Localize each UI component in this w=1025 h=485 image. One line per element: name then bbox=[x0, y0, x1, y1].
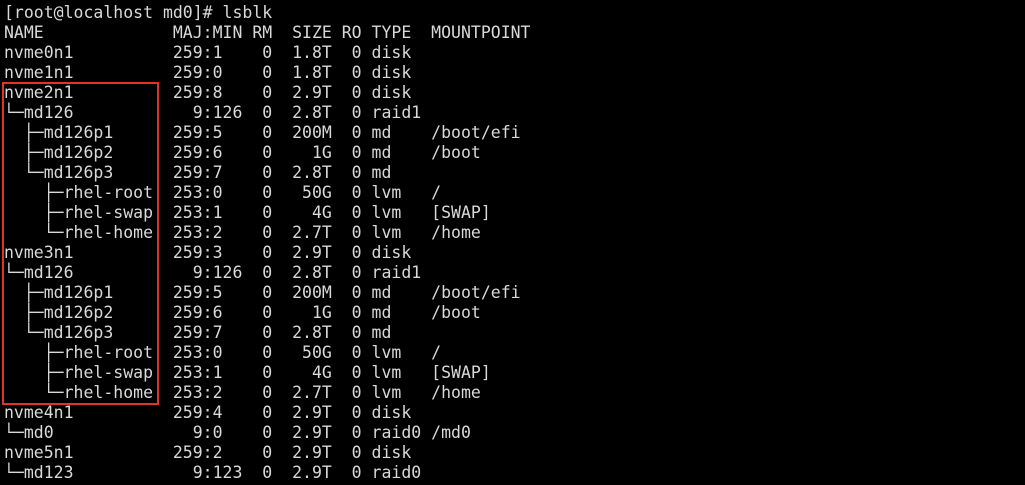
lsblk-row: nvme3n1 259:3 0 2.9T 0 disk bbox=[4, 243, 412, 262]
lsblk-row: └─md123 9:123 0 2.9T 0 raid0 bbox=[4, 463, 422, 482]
lsblk-row: ├─rhel-root 253:0 0 50G 0 lvm / bbox=[4, 183, 442, 202]
lsblk-row: ├─md126p2 259:6 0 1G 0 md /boot bbox=[4, 303, 481, 322]
lsblk-row: ├─md126p1 259:5 0 200M 0 md /boot/efi bbox=[4, 283, 521, 302]
lsblk-row: ├─rhel-swap 253:1 0 4G 0 lvm [SWAP] bbox=[4, 203, 491, 222]
terminal-window[interactable]: [root@localhost md0]# lsblk NAME MAJ:MIN… bbox=[0, 0, 1025, 485]
lsblk-row: └─rhel-home 253:2 0 2.7T 0 lvm /home bbox=[4, 383, 481, 402]
command-prompt-line: [root@localhost md0]# lsblk bbox=[4, 3, 273, 22]
lsblk-row: nvme0n1 259:1 0 1.8T 0 disk bbox=[4, 43, 412, 62]
lsblk-row: └─md126 9:126 0 2.8T 0 raid1 bbox=[4, 263, 422, 282]
lsblk-row: └─md0 9:0 0 2.9T 0 raid0 /md0 bbox=[4, 423, 471, 442]
lsblk-row: nvme4n1 259:4 0 2.9T 0 disk bbox=[4, 403, 412, 422]
lsblk-row: └─md126p3 259:7 0 2.8T 0 md bbox=[4, 163, 392, 182]
lsblk-row: ├─rhel-root 253:0 0 50G 0 lvm / bbox=[4, 343, 442, 362]
lsblk-row: ├─md126p1 259:5 0 200M 0 md /boot/efi bbox=[4, 123, 521, 142]
lsblk-row: nvme2n1 259:8 0 2.9T 0 disk bbox=[4, 83, 412, 102]
lsblk-row: └─rhel-home 253:2 0 2.7T 0 lvm /home bbox=[4, 223, 481, 242]
lsblk-row: ├─rhel-swap 253:1 0 4G 0 lvm [SWAP] bbox=[4, 363, 491, 382]
lsblk-header-row: NAME MAJ:MIN RM SIZE RO TYPE MOUNTPOINT bbox=[4, 23, 531, 42]
lsblk-row: nvme1n1 259:0 0 1.8T 0 disk bbox=[4, 63, 412, 82]
lsblk-row: └─md126p3 259:7 0 2.8T 0 md bbox=[4, 323, 392, 342]
lsblk-row: ├─md126p2 259:6 0 1G 0 md /boot bbox=[4, 143, 481, 162]
lsblk-row: └─md126 9:126 0 2.8T 0 raid1 bbox=[4, 103, 422, 122]
lsblk-row: nvme5n1 259:2 0 2.9T 0 disk bbox=[4, 443, 412, 462]
